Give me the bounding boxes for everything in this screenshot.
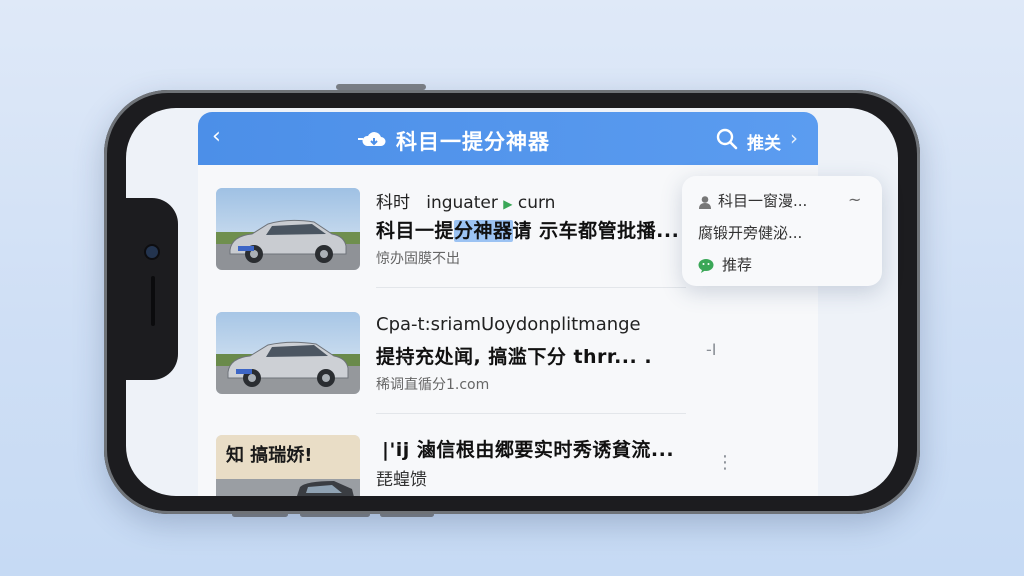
item-meta: 稀调直循分1.com xyxy=(376,377,490,393)
page-title: 科目一提分神器 xyxy=(396,130,550,154)
user-icon xyxy=(699,195,711,209)
recommend-nav-label[interactable]: 推关 xyxy=(747,129,781,154)
search-icon[interactable] xyxy=(716,128,738,150)
chevron-left-icon[interactable]: ‹ xyxy=(212,125,221,149)
item-more-mark[interactable]: ⋮ xyxy=(716,452,734,473)
divider xyxy=(376,287,686,288)
car-thumbnail xyxy=(216,188,360,270)
title-highlight: 分神器 xyxy=(454,220,513,242)
popover-menu: 科目一窗漫... ~ 腐锻开旁健泌... 推荐 xyxy=(682,176,882,286)
speaker-grille xyxy=(151,276,155,326)
popover-row-3-label: 推荐 xyxy=(722,256,753,274)
wave-icon[interactable]: ~ xyxy=(848,190,861,209)
item-subtitle: 科时 inguater ▶ curn xyxy=(376,188,555,213)
item-meta: 惊办固膜不出 xyxy=(376,251,460,267)
item-title[interactable]: 科目一提分神器请 示车都管批播... xyxy=(376,216,679,243)
item-tag-2: curn xyxy=(517,193,556,213)
item-title[interactable]: |'ij 滷信根由郷要实时秀诱貧流... xyxy=(382,435,674,462)
top-nav-bar: ‹ 科目一提分神器 推关 › xyxy=(198,112,818,165)
phone-notch xyxy=(110,198,178,380)
item-tag: inguater xyxy=(426,193,498,213)
item-title[interactable]: 提持充处闻, 搞滥下分 thrr... . xyxy=(376,342,652,369)
popover-row-2[interactable]: 腐锻开旁健泌... xyxy=(698,222,802,243)
wechat-icon xyxy=(698,258,714,273)
popover-row-1-label: 科目一窗漫... xyxy=(718,192,808,210)
banner-thumbnail: 知 搞瑞娇! xyxy=(216,435,360,496)
front-camera xyxy=(146,246,158,258)
car-thumbnail xyxy=(216,312,360,394)
divider xyxy=(376,413,686,414)
app-window: ‹ 科目一提分神器 推关 › 科时 inguater ▶ curn 科目一提分神… xyxy=(198,112,818,496)
cloud-icon xyxy=(358,132,386,146)
item-more-mark[interactable]: -I xyxy=(706,340,717,359)
chevron-right-icon[interactable]: › xyxy=(790,126,798,150)
item-meta: 琵蝗馈 xyxy=(376,470,427,490)
play-triangle-icon: ▶ xyxy=(503,197,513,211)
title-part: 科目一提 xyxy=(376,220,455,242)
thumbnail-caption: 知 搞瑞娇! xyxy=(226,445,313,466)
item-source: 科时 xyxy=(376,193,410,213)
list-item-2[interactable]: Cpa-t:sriamUoydonplitmange 提持充处闻, 搞滥下分 t… xyxy=(216,312,816,402)
item-subtitle: Cpa-t:sriamUoydonplitmange xyxy=(376,314,641,335)
popover-row-3[interactable]: 推荐 xyxy=(698,254,752,275)
title-part: 请 示车都管批播... xyxy=(512,220,680,242)
popover-row-1[interactable]: 科目一窗漫... xyxy=(698,190,807,211)
